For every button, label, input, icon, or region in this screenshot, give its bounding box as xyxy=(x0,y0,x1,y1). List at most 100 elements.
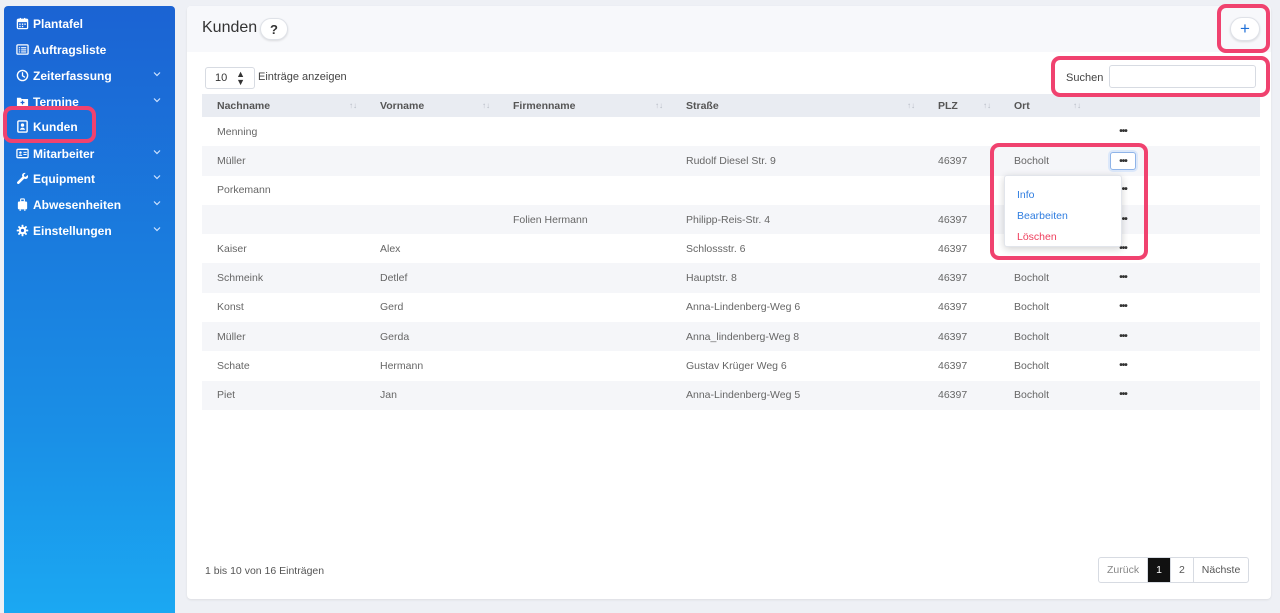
column-header-strasse[interactable]: Straße ↑↓ xyxy=(671,94,923,117)
table-cell: 46397 xyxy=(938,301,968,314)
table-cell: Bocholt xyxy=(1014,389,1050,402)
column-header-ort[interactable]: Ort ↑↓ xyxy=(999,94,1089,117)
column-header-nachname[interactable]: Nachname ↑↓ xyxy=(202,94,365,117)
sidebar-item-label: Einstellungen xyxy=(33,224,112,238)
row-actions-cell: ••• xyxy=(1089,117,1260,146)
table-cell: Schlossstr. 6 xyxy=(686,242,746,255)
sidebar-item-kunden[interactable]: Kunden xyxy=(4,116,175,138)
table-cell: Menning xyxy=(217,125,258,138)
sort-icon: ↑↓ xyxy=(983,101,991,110)
table-cell xyxy=(498,322,671,351)
chevron-down-icon xyxy=(153,227,161,232)
sidebar-item-plantafel[interactable]: Plantafel xyxy=(4,13,175,35)
suitcase-icon xyxy=(17,198,28,211)
row-actions-button[interactable]: ••• xyxy=(1110,386,1136,404)
page-header: Kunden ? + xyxy=(187,6,1271,52)
table-cell xyxy=(923,176,999,205)
row-actions-cell: ••• xyxy=(1089,263,1260,292)
table-cell: Anna_lindenberg-Weg 8 xyxy=(686,330,800,343)
sidebar-item-abwesenheiten[interactable]: Abwesenheiten xyxy=(4,194,175,216)
row-actions-button[interactable]: ••• xyxy=(1110,123,1136,141)
pagination-prev[interactable]: Zurück xyxy=(1099,558,1149,582)
row-actions-menu: Info Bearbeiten Löschen xyxy=(1004,175,1122,247)
table-cell: 46397 xyxy=(938,154,968,167)
table-cell: Hauptstr. 8 xyxy=(686,272,737,285)
entries-per-page-label: Einträge anzeigen xyxy=(258,71,347,83)
table-cell xyxy=(365,117,498,146)
menu-item-bearbeiten[interactable]: Bearbeiten xyxy=(1017,210,1068,222)
table-cell: 46397 xyxy=(938,389,968,402)
entries-per-page-select[interactable]: 10 ▲ ▼ xyxy=(205,67,255,89)
table-cell: Anna-Lindenberg-Weg 5 xyxy=(686,389,801,402)
row-actions-button[interactable]: ••• xyxy=(1110,298,1136,316)
sort-icon: ↑↓ xyxy=(482,101,490,110)
select-arrows-icon: ▲ ▼ xyxy=(236,69,245,87)
table-cell: Konst xyxy=(217,301,244,314)
table-row: Menning ••• xyxy=(202,117,1260,146)
table-cell: Philipp-Reis-Str. 4 xyxy=(686,213,771,226)
table-cell xyxy=(365,176,498,205)
column-header-vorname[interactable]: Vorname ↑↓ xyxy=(365,94,498,117)
table-cell: Schmeink xyxy=(217,272,264,285)
table-cell: Bocholt xyxy=(1014,330,1050,343)
sidebar: Plantafel Auftragsliste Zeiterfassung Te… xyxy=(4,6,175,613)
wrench-icon xyxy=(16,172,29,185)
sidebar-item-label: Auftragsliste xyxy=(33,43,107,57)
row-actions-button[interactable]: ••• xyxy=(1110,269,1136,287)
table-cell xyxy=(365,205,498,234)
chevron-down-icon xyxy=(153,72,161,77)
chevron-down-icon xyxy=(153,175,161,180)
pagination-page-1[interactable]: 1 xyxy=(1148,558,1171,582)
sidebar-item-equipment[interactable]: Equipment xyxy=(4,168,175,190)
menu-item-loeschen[interactable]: Löschen xyxy=(1017,231,1057,243)
pagination-page-2[interactable]: 2 xyxy=(1171,558,1194,582)
sidebar-item-label: Equipment xyxy=(33,172,95,186)
table-cell: Gustav Krüger Weg 6 xyxy=(686,360,787,373)
row-actions-cell: ••• xyxy=(1089,381,1260,410)
sort-icon: ↑↓ xyxy=(907,101,915,110)
table-cell: Bocholt xyxy=(1014,301,1050,314)
help-button[interactable]: ? xyxy=(260,18,288,40)
row-actions-button[interactable]: ••• xyxy=(1110,151,1136,170)
column-header-plz[interactable]: PLZ ↑↓ xyxy=(923,94,999,117)
add-customer-button[interactable]: + xyxy=(1230,17,1260,41)
table-cell xyxy=(202,205,365,234)
pagination-next[interactable]: Nächste xyxy=(1194,558,1249,582)
row-actions-cell: ••• xyxy=(1089,146,1260,175)
table-row: Piet Jan Anna-Lindenberg-Weg 5 46397 Bocholt… xyxy=(202,380,1260,410)
table-cell xyxy=(498,263,671,292)
sidebar-item-label: Plantafel xyxy=(33,17,84,31)
menu-item-info[interactable]: Info xyxy=(1017,189,1035,201)
table-cell xyxy=(498,293,671,322)
chevron-down-icon xyxy=(153,201,161,206)
sort-icon: ↑↓ xyxy=(655,101,663,110)
table-cell: Rudolf Diesel Str. 9 xyxy=(686,154,776,167)
gear-icon xyxy=(16,224,29,237)
table-cell: Hermann xyxy=(380,360,424,373)
sidebar-item-termine[interactable]: Termine xyxy=(4,91,175,113)
page-title: Kunden xyxy=(202,19,258,36)
chevron-down-icon xyxy=(153,150,161,155)
table-cell: Detlef xyxy=(380,272,408,285)
pagination: Zurück 1 2 Nächste xyxy=(1098,557,1250,583)
id-card-icon xyxy=(16,148,29,159)
table-row: Schate Hermann Gustav Krüger Weg 6 46397 Boc… xyxy=(202,351,1260,380)
row-actions-button[interactable]: ••• xyxy=(1110,328,1136,346)
sort-icon: ↑↓ xyxy=(1073,101,1081,110)
table-cell: Müller xyxy=(217,154,246,167)
table-cell xyxy=(923,117,999,146)
sidebar-item-einstellungen[interactable]: Einstellungen xyxy=(4,220,175,242)
column-header-actions xyxy=(1089,94,1260,117)
search-input[interactable] xyxy=(1109,65,1256,88)
table-row: Müller Rudolf Diesel Str. 9 46397 Bocholt ••… xyxy=(202,146,1260,176)
table-cell: Bocholt xyxy=(1014,154,1050,167)
table-cell xyxy=(498,381,671,410)
clock-icon xyxy=(16,69,29,82)
sidebar-item-auftragsliste[interactable]: Auftragsliste xyxy=(4,39,175,61)
sidebar-item-mitarbeiter[interactable]: Mitarbeiter xyxy=(4,143,175,165)
contact-card-icon xyxy=(17,120,28,133)
row-actions-button[interactable]: ••• xyxy=(1110,357,1136,375)
sidebar-item-zeiterfassung[interactable]: Zeiterfassung xyxy=(4,65,175,87)
calendar-plus-icon xyxy=(16,97,29,107)
column-header-firmenname[interactable]: Firmenname ↑↓ xyxy=(498,94,671,117)
